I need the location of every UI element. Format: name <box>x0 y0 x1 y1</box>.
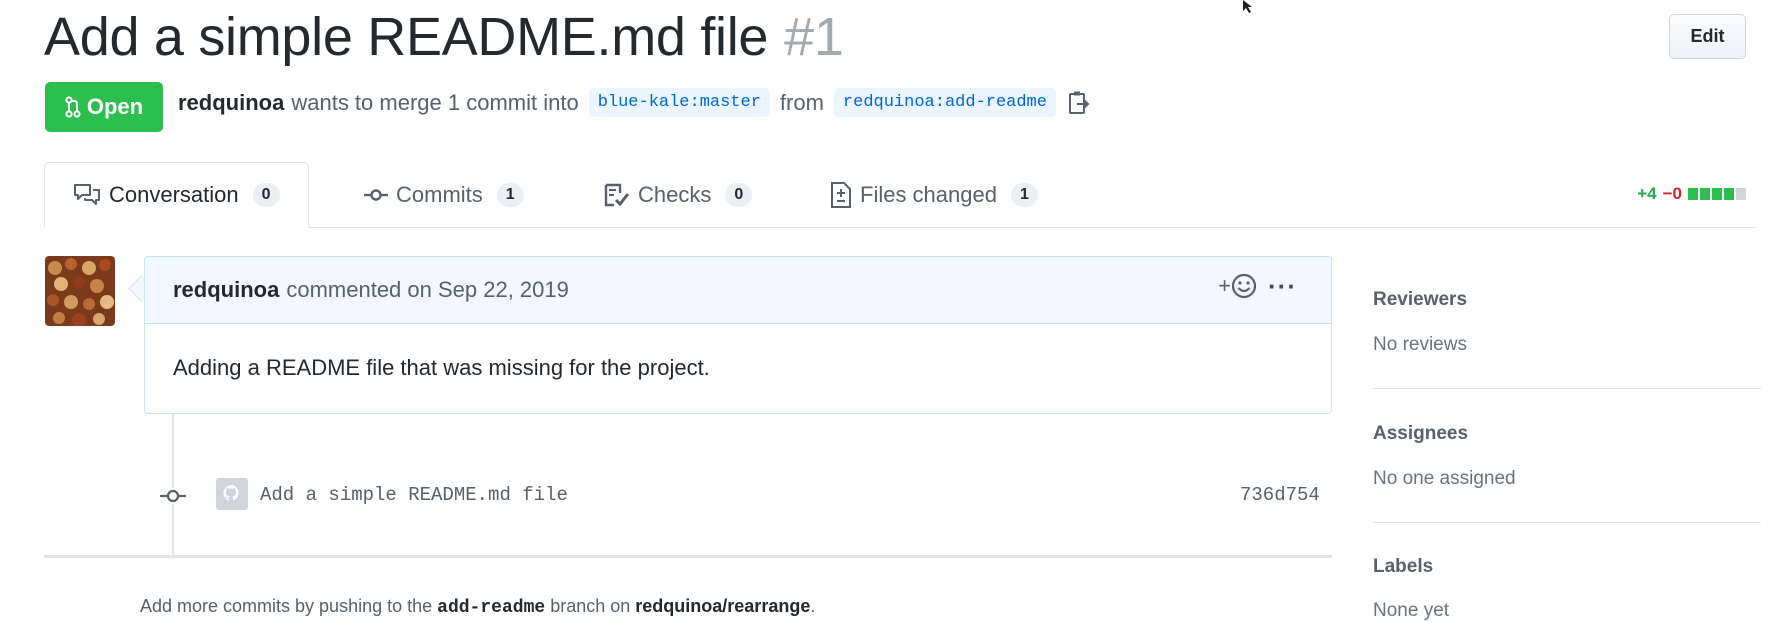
pr-author-link[interactable]: redquinoa <box>178 90 284 116</box>
comment-author-link[interactable]: redquinoa <box>173 277 279 302</box>
file-diff-icon <box>830 181 852 209</box>
sidebar-assignees-heading[interactable]: Assignees <box>1373 423 1468 445</box>
additions-count: +4 <box>1637 184 1657 203</box>
sidebar-assignees-value: No one assigned <box>1373 468 1516 489</box>
mouse-cursor-icon <box>1242 0 1258 19</box>
github-octocat-icon <box>223 485 239 501</box>
diffstat-block <box>1700 188 1710 200</box>
pr-meta: redquinoa wants to merge 1 commit into b… <box>178 88 1090 117</box>
status-badge-label: Open <box>86 94 144 119</box>
smiley-icon <box>1231 273 1257 299</box>
tab-label: Commits <box>396 182 483 207</box>
tab-nav: Conversation 0 Commits 1 Checks 0 Files … <box>44 162 1756 228</box>
clipboard-icon[interactable] <box>1068 90 1090 116</box>
push-hint-branch: add-readme <box>437 598 546 618</box>
sidebar-reviewers-heading[interactable]: Reviewers <box>1373 289 1467 311</box>
add-reaction-button[interactable]: + <box>1218 273 1257 299</box>
tab-counter: 1 <box>496 183 524 207</box>
comment-meta: redquinoa commented on Sep 22, 2019 <box>173 277 569 303</box>
sidebar-reviewers-value: No reviews <box>1373 334 1467 355</box>
git-pull-request-icon <box>65 96 81 118</box>
comment-discussion-icon <box>73 183 101 207</box>
diffstat: +4 −0 <box>1637 184 1746 204</box>
push-hint-repo[interactable]: redquinoa/rearrange <box>635 596 810 616</box>
pr-title-text: Add a simple README.md file <box>44 7 769 67</box>
push-hint-suffix: . <box>810 596 816 616</box>
tab-label: Files changed <box>860 182 997 207</box>
tab-checks[interactable]: Checks 0 <box>604 162 753 228</box>
sidebar-divider <box>1373 522 1761 523</box>
comment-timestamp[interactable]: commented on Sep 22, 2019 <box>286 277 569 302</box>
kebab-horizontal-icon[interactable]: ··· <box>1268 271 1297 302</box>
timeline-divider <box>44 555 1332 558</box>
commit-author-avatar[interactable] <box>216 478 248 510</box>
merge-text: wants to merge 1 commit into <box>291 89 579 115</box>
tab-counter: 1 <box>1010 183 1038 207</box>
push-hint-prefix: Add more commits by pushing to the <box>140 596 433 616</box>
timeline-line <box>172 414 174 556</box>
push-hint: Add more commits by pushing to the add-r… <box>140 596 815 618</box>
deletions-count: −0 <box>1662 184 1682 203</box>
avatar[interactable] <box>45 256 115 326</box>
comment-body: Adding a README file that was missing fo… <box>173 355 710 380</box>
diffstat-block <box>1712 188 1722 200</box>
tab-label: Conversation <box>109 182 239 207</box>
diffstat-blocks <box>1688 188 1746 200</box>
tab-conversation[interactable]: Conversation 0 <box>44 162 309 228</box>
pr-number: #1 <box>784 7 844 67</box>
commit-message-link[interactable]: Add a simple README.md file <box>260 484 568 506</box>
edit-button[interactable]: Edit <box>1669 14 1746 59</box>
comment-header: redquinoa commented on Sep 22, 2019 + ··· <box>145 257 1331 324</box>
tab-label: Checks <box>638 182 712 207</box>
comment-box: redquinoa commented on Sep 22, 2019 + ···… <box>144 256 1332 414</box>
tab-counter: 0 <box>725 183 753 207</box>
head-branch[interactable]: redquinoa:add-readme <box>833 88 1056 117</box>
page-title: Add a simple README.md file #1 <box>44 6 844 68</box>
push-hint-middle: branch on <box>550 596 631 616</box>
git-commit-icon <box>160 488 186 509</box>
checklist-icon <box>604 183 630 207</box>
git-commit-icon <box>364 188 388 202</box>
from-text: from <box>779 89 824 115</box>
tab-files-changed[interactable]: Files changed 1 <box>830 162 1038 228</box>
tab-commits[interactable]: Commits 1 <box>364 162 524 228</box>
sidebar-divider <box>1373 388 1761 389</box>
status-badge: Open <box>45 82 163 132</box>
sidebar-labels-value: None yet <box>1373 600 1450 621</box>
reaction-plus: + <box>1218 273 1231 298</box>
base-branch[interactable]: blue-kale:master <box>588 88 770 117</box>
diffstat-block <box>1724 188 1734 200</box>
diffstat-block <box>1736 188 1746 200</box>
tab-counter: 0 <box>252 183 280 207</box>
diffstat-block <box>1688 188 1698 200</box>
sidebar-labels-heading[interactable]: Labels <box>1373 556 1433 578</box>
commit-sha-link[interactable]: 736d754 <box>1240 484 1320 506</box>
